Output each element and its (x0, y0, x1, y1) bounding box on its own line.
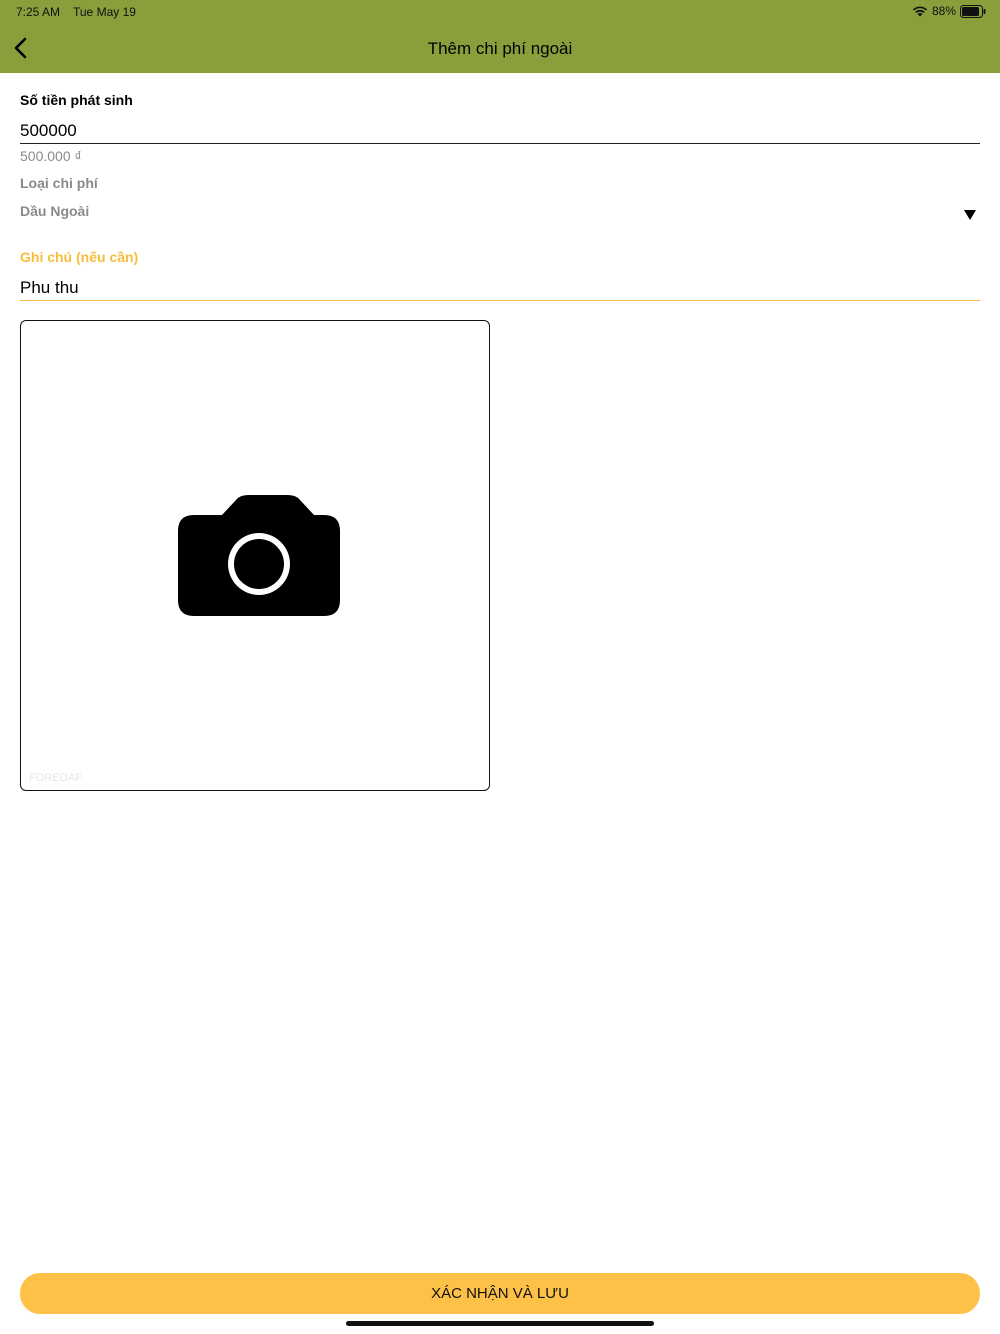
photo-watermark: FOREOAF (29, 772, 83, 784)
screen: 7:25 AM Tue May 19 88% Thêm chi phí ngoà… (0, 0, 1000, 1334)
expense-type-value: Dầu Ngoài (20, 203, 90, 219)
expense-type-label: Loại chi phí (20, 175, 98, 191)
home-indicator (346, 1321, 654, 1326)
amount-label: Số tiền phát sinh (20, 92, 133, 108)
triangle-down-icon (964, 210, 976, 220)
nav-bar: Thêm chi phí ngoài (0, 24, 1000, 73)
status-bar: 7:25 AM Tue May 19 88% (0, 0, 1000, 24)
expense-type-select[interactable]: Dầu Ngoài (20, 200, 980, 232)
photo-picker[interactable]: FOREOAF (20, 320, 490, 791)
page-title: Thêm chi phí ngoài (427, 39, 573, 58)
confirm-save-button[interactable]: XÁC NHẬN VÀ LƯU (20, 1273, 980, 1314)
status-time: 7:25 AM (16, 5, 61, 19)
status-date: Tue May 19 (73, 5, 136, 19)
camera-icon (178, 495, 340, 616)
header: 7:25 AM Tue May 19 88% Thêm chi phí ngoà… (0, 0, 1000, 73)
amount-input[interactable] (20, 118, 980, 144)
wifi-icon (912, 6, 927, 17)
note-label: Ghi chú (nếu cần) (20, 249, 139, 265)
battery-icon (960, 4, 986, 18)
status-indicators: 88% (912, 4, 986, 18)
chevron-left-icon (14, 37, 27, 59)
amount-formatted: 500.000 ₫ (20, 148, 82, 164)
back-button[interactable] (6, 34, 34, 62)
note-input[interactable] (20, 276, 980, 301)
battery-percent: 88% (931, 4, 956, 18)
